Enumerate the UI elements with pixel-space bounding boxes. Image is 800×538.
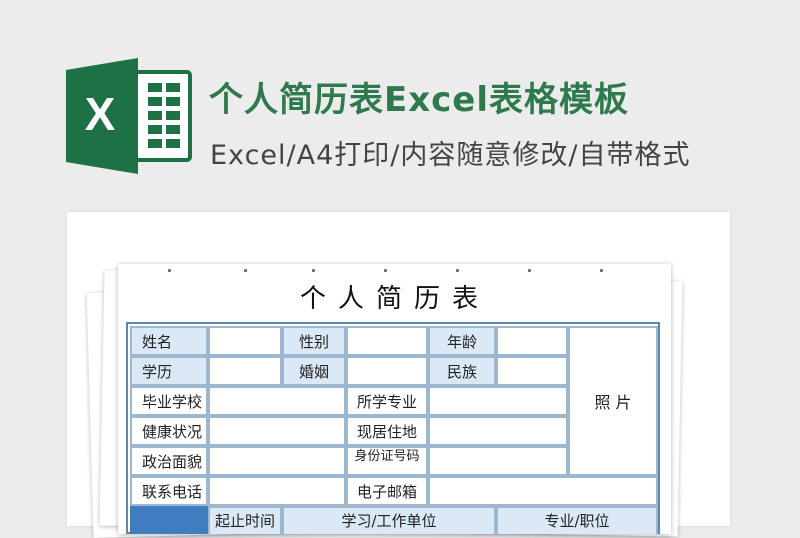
label-id-number: 身份证号码 bbox=[346, 446, 428, 476]
logo-letter: X bbox=[85, 88, 116, 140]
page-title: 个人简历表Excel表格模板 bbox=[209, 80, 630, 120]
resume-table: 姓名 性别 年龄 照 片 学历 婚姻 民族 毕业学校 所学专业 健康状况 现居住… bbox=[126, 322, 660, 534]
resume-sheet: 个人简历表 姓名 性别 年龄 照 片 学历 婚姻 民族 毕业学校 所学专业 健康… bbox=[118, 264, 671, 534]
id-number-field[interactable] bbox=[428, 446, 568, 476]
label-ethnicity: 民族 bbox=[428, 356, 496, 386]
form-title: 个人简历表 bbox=[299, 284, 490, 314]
political-field[interactable] bbox=[208, 446, 346, 476]
school-field[interactable] bbox=[208, 386, 346, 416]
label-health: 健康状况 bbox=[130, 416, 208, 446]
label-start-time: 起止时间 bbox=[208, 506, 282, 534]
health-field[interactable] bbox=[208, 416, 346, 446]
label-marital: 婚姻 bbox=[282, 356, 346, 386]
name-field[interactable] bbox=[208, 326, 282, 356]
marital-field[interactable] bbox=[346, 356, 428, 386]
label-age: 年龄 bbox=[428, 326, 496, 356]
education-field[interactable] bbox=[208, 356, 282, 386]
residence-field[interactable] bbox=[428, 416, 568, 446]
section-header-dark bbox=[130, 506, 208, 534]
gender-field[interactable] bbox=[346, 326, 428, 356]
ethnicity-field[interactable] bbox=[496, 356, 568, 386]
label-major: 所学专业 bbox=[346, 386, 428, 416]
label-political: 政治面貌 bbox=[130, 446, 208, 476]
label-name: 姓名 bbox=[130, 326, 208, 356]
label-org: 学习/工作单位 bbox=[282, 506, 496, 534]
photo-box[interactable]: 照 片 bbox=[568, 326, 658, 476]
label-gender: 性别 bbox=[282, 326, 346, 356]
age-field[interactable] bbox=[496, 326, 568, 356]
label-school: 毕业学校 bbox=[130, 386, 208, 416]
label-phone: 联系电话 bbox=[130, 476, 208, 506]
label-email: 电子邮箱 bbox=[346, 476, 428, 506]
label-education: 学历 bbox=[130, 356, 208, 386]
label-residence: 现居住地 bbox=[346, 416, 428, 446]
email-field[interactable] bbox=[428, 476, 658, 506]
label-position: 专业/职位 bbox=[496, 506, 658, 534]
excel-logo-icon: X bbox=[66, 58, 192, 174]
major-field[interactable] bbox=[428, 386, 568, 416]
phone-field[interactable] bbox=[208, 476, 346, 506]
page-subtitle: Excel/A4打印/内容随意修改/自带格式 bbox=[210, 140, 691, 171]
